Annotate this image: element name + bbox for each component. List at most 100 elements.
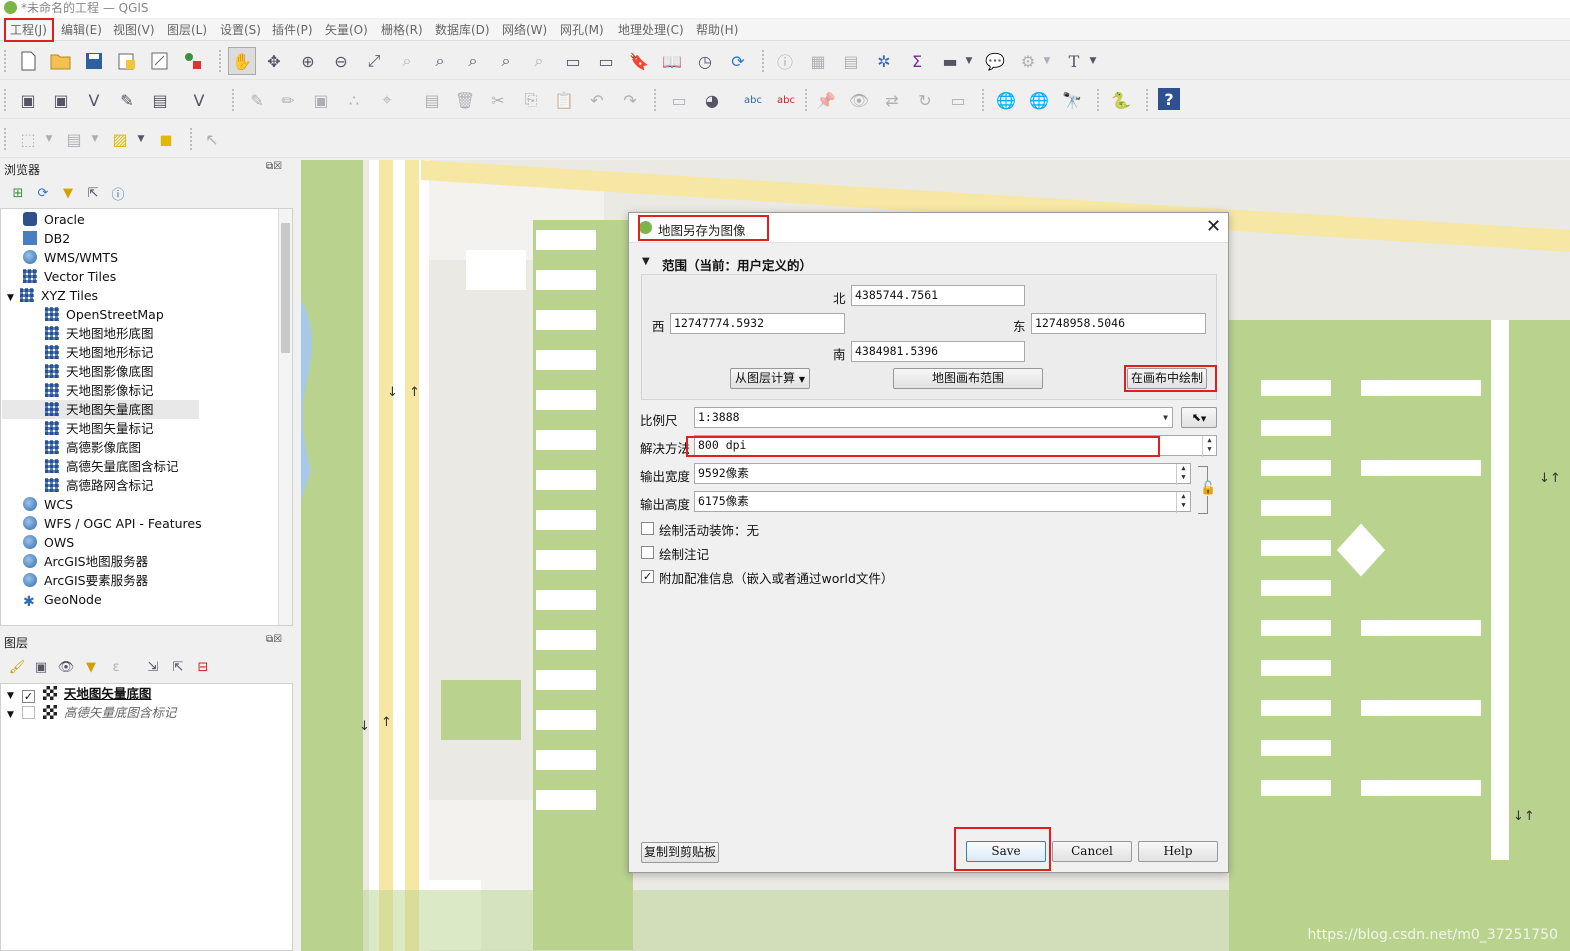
- browser-panel-float-close-icon[interactable]: ⧉☒: [266, 161, 282, 172]
- toolbar-grip[interactable]: [232, 89, 236, 111]
- menu-database[interactable]: 数据库(D): [435, 22, 490, 39]
- new-temp-layer-icon[interactable]: ▤: [148, 88, 172, 112]
- draw-annotations-checkbox[interactable]: [641, 546, 654, 559]
- chevron-down-icon[interactable]: ▼: [7, 691, 14, 701]
- toolbar-grip[interactable]: [4, 128, 8, 150]
- new-shapefile-icon[interactable]: V: [82, 88, 106, 112]
- zoom-last-icon[interactable]: ⌕: [494, 49, 518, 73]
- toolbar-grip[interactable]: [219, 50, 223, 72]
- chevron-down-icon[interactable]: ▼: [1163, 408, 1168, 427]
- scale-combo[interactable]: 1:3888 ▼: [694, 407, 1173, 428]
- north-field[interactable]: 4385744.7561: [851, 285, 1025, 306]
- pin-labels-icon[interactable]: 📌: [814, 88, 838, 112]
- data-source-manager-icon[interactable]: ▣: [16, 88, 40, 112]
- menu-processing[interactable]: 地理处理(C): [618, 22, 684, 39]
- cancel-button[interactable]: Cancel: [1052, 841, 1132, 862]
- west-field[interactable]: 12747774.5932: [670, 313, 845, 334]
- cut-features-icon[interactable]: ✂: [486, 88, 510, 112]
- chevron-down-icon[interactable]: ▼: [88, 127, 102, 151]
- field-calculator-icon[interactable]: ▤: [839, 49, 863, 73]
- new-map-view-icon[interactable]: ▭: [561, 49, 585, 73]
- layer-diagram-icon[interactable]: ◕: [700, 88, 724, 112]
- tree-item-arcgis-map[interactable]: ArcGIS地图服务器: [23, 552, 148, 571]
- copy-to-clipboard-button[interactable]: 复制到剪贴板: [641, 842, 719, 863]
- tree-item-wms-wmts[interactable]: WMS/WMTS: [23, 248, 118, 267]
- browser-scrollbar[interactable]: [278, 209, 292, 625]
- new-spatialite-icon[interactable]: ✎: [115, 88, 139, 112]
- spin-arrows-icon[interactable]: ▲ ▼: [1202, 436, 1216, 457]
- show-hide-labels-icon[interactable]: 👁: [847, 88, 871, 112]
- help-contents-icon[interactable]: ?: [1158, 88, 1180, 110]
- menu-settings[interactable]: 设置(S): [220, 22, 261, 39]
- browser-tree[interactable]: Oracle DB2 WMS/WMTS Vector Tiles ▼ XYZ Ti…: [0, 208, 293, 626]
- layer-visibility-checkbox[interactable]: ✓: [21, 690, 35, 703]
- toolbar-grip[interactable]: [1097, 89, 1101, 111]
- zoom-layer-icon[interactable]: ⌕: [428, 49, 452, 73]
- tree-item-tdt-vector-label[interactable]: 天地图矢量标记: [45, 419, 154, 438]
- resolution-spinbox[interactable]: 800 dpi ▲ ▼: [694, 435, 1217, 457]
- chevron-down-icon[interactable]: ▼: [1040, 49, 1054, 73]
- spin-arrows-icon[interactable]: ▲ ▼: [1176, 492, 1190, 513]
- refresh-icon[interactable]: ⟳: [31, 181, 55, 205]
- tree-item-tdt-vector[interactable]: 天地图矢量底图: [2, 400, 199, 419]
- layout-manager-icon[interactable]: [148, 49, 172, 73]
- draw-decorations-label[interactable]: 绘制活动装饰：无: [659, 520, 759, 539]
- tree-item-gaode-vector[interactable]: 高德矢量底图含标记: [45, 457, 179, 476]
- extent-group-header[interactable]: 范围（当前：用户定义的）: [662, 255, 812, 274]
- collapse-all-icon[interactable]: ⇱: [166, 655, 190, 679]
- tree-item-gaode-roads[interactable]: 高德路网含标记: [45, 476, 154, 495]
- menu-edit[interactable]: 编辑(E): [61, 22, 102, 39]
- manage-themes-icon[interactable]: 👁: [54, 655, 78, 679]
- collapse-all-icon[interactable]: ⇱: [81, 181, 105, 205]
- tree-item-vector-tiles[interactable]: Vector Tiles: [23, 267, 116, 286]
- tree-item-oracle[interactable]: Oracle: [23, 210, 85, 229]
- zoom-out-icon[interactable]: ⊖: [329, 49, 353, 73]
- layout-extent-button[interactable]: 地图画布范围: [893, 368, 1043, 389]
- close-icon[interactable]: ✕: [1206, 216, 1221, 237]
- change-label-icon[interactable]: ▭: [946, 88, 970, 112]
- tree-item-tdt-terrain-label[interactable]: 天地图地形标记: [45, 343, 154, 362]
- undo-icon[interactable]: ↶: [585, 88, 609, 112]
- python-console-icon[interactable]: 🐍: [1109, 88, 1133, 112]
- refresh-icon[interactable]: ⟳: [726, 49, 750, 73]
- add-feature-icon[interactable]: ∴: [342, 88, 366, 112]
- chevron-down-icon[interactable]: ▼: [134, 127, 148, 151]
- locator-options-icon[interactable]: ⚙: [1016, 49, 1040, 73]
- add-group-icon[interactable]: ▣: [29, 655, 53, 679]
- rotate-label-icon[interactable]: ↻: [913, 88, 937, 112]
- menu-view[interactable]: 视图(V): [113, 22, 155, 39]
- zoom-native-icon[interactable]: ⌕: [461, 49, 485, 73]
- measure-line-icon[interactable]: ▬: [938, 49, 962, 73]
- tree-item-db2[interactable]: DB2: [23, 229, 70, 248]
- layer-styling-icon[interactable]: 🖌: [5, 655, 29, 679]
- identify-features-icon[interactable]: ⓘ: [773, 49, 797, 73]
- toolbar-grip[interactable]: [4, 89, 8, 111]
- menu-project[interactable]: 工程(J): [10, 22, 47, 39]
- tree-item-xyz-tiles[interactable]: ▼ XYZ Tiles: [7, 286, 98, 305]
- menu-layer[interactable]: 图层(L): [167, 22, 207, 39]
- collapse-triangle-icon[interactable]: ▼: [642, 256, 650, 267]
- info-icon[interactable]: ⓘ: [106, 181, 130, 205]
- chevron-down-icon[interactable]: ▼: [42, 127, 56, 151]
- draw-annotations-label[interactable]: 绘制注记: [659, 544, 709, 563]
- add-selected-layers-icon[interactable]: ⊞: [6, 181, 30, 205]
- map-tips-icon[interactable]: 💬: [983, 49, 1007, 73]
- move-label-icon[interactable]: ⇄: [880, 88, 904, 112]
- chevron-down-icon[interactable]: ▼: [962, 49, 976, 73]
- layer-visibility-checkbox[interactable]: [21, 706, 35, 719]
- layer-labeling-icon[interactable]: abc: [741, 88, 765, 112]
- draw-decorations-checkbox[interactable]: [641, 522, 654, 535]
- modify-attributes-icon[interactable]: ▤: [420, 88, 444, 112]
- menu-help[interactable]: 帮助(H): [696, 22, 738, 39]
- menu-plugins[interactable]: 插件(P): [272, 22, 313, 39]
- processing-toolbox-icon[interactable]: ✲: [872, 49, 896, 73]
- output-height-spinbox[interactable]: 6175像素 ▲ ▼: [694, 491, 1191, 513]
- deselect-all-icon[interactable]: ▨: [108, 127, 132, 151]
- zoom-in-icon[interactable]: ⊕: [296, 49, 320, 73]
- new-bookmark-icon[interactable]: 🔖: [627, 49, 651, 73]
- tree-item-wfs[interactable]: WFS / OGC API - Features: [23, 514, 202, 533]
- open-project-icon[interactable]: [49, 49, 73, 73]
- remove-layer-icon[interactable]: ⊟: [191, 655, 215, 679]
- new-geopackage-icon[interactable]: ▣: [49, 88, 73, 112]
- save-edits-icon[interactable]: ▣: [309, 88, 333, 112]
